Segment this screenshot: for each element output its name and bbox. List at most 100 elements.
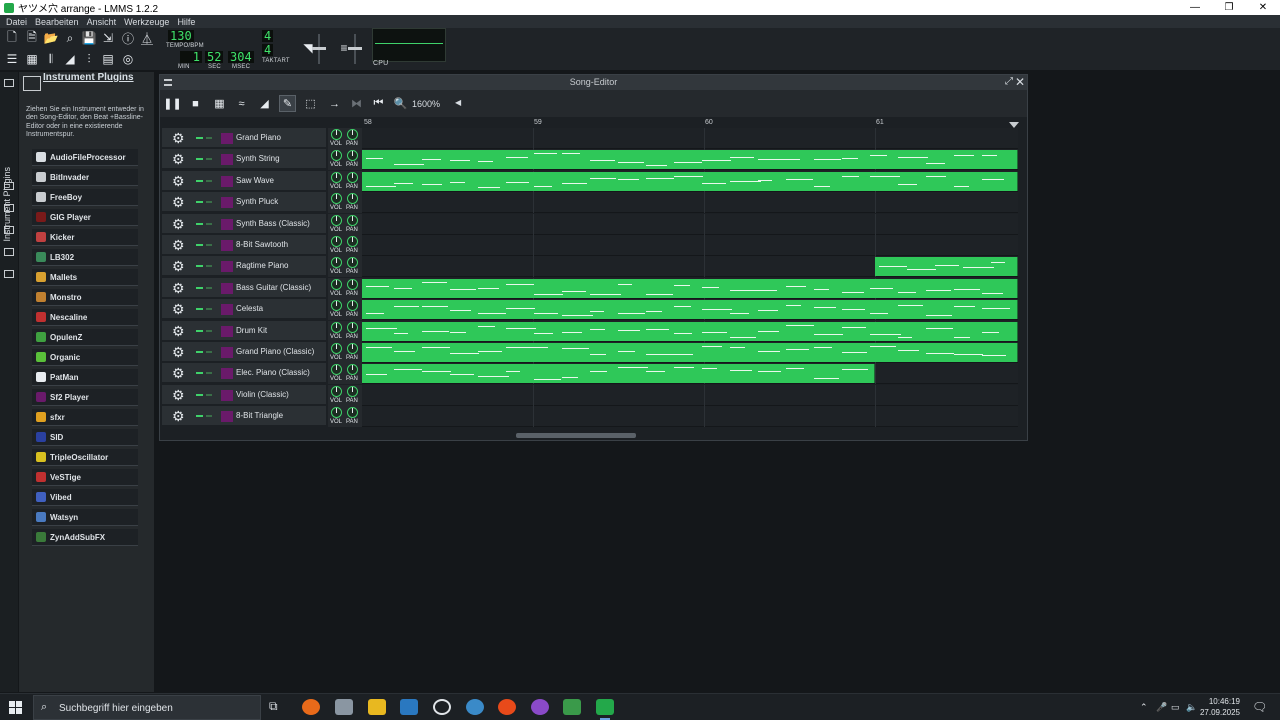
gear-icon[interactable]: ⚙ <box>172 258 185 274</box>
gear-icon[interactable]: ⚙ <box>172 173 185 189</box>
app-icon-9[interactable] <box>563 699 581 715</box>
mute-button[interactable] <box>196 351 203 353</box>
stop-button[interactable]: ■ <box>187 95 204 112</box>
volume-icon[interactable]: 🔈 <box>1186 702 1197 713</box>
volume-knob[interactable] <box>331 278 342 290</box>
firefox-icon[interactable] <box>302 699 320 715</box>
solo-button[interactable] <box>206 329 212 332</box>
pause-button[interactable]: ❚❚ <box>163 95 181 112</box>
plugin-item[interactable]: PatMan <box>32 369 138 386</box>
mute-button[interactable] <box>196 158 203 161</box>
zoom-select[interactable]: 1600% <box>412 99 440 109</box>
pan-knob[interactable] <box>347 129 358 140</box>
app-icon-7[interactable] <box>498 699 516 715</box>
save-project-icon[interactable]: 💾 <box>81 30 97 46</box>
solo-button[interactable] <box>206 244 212 246</box>
track-name[interactable]: Synth String <box>236 154 280 163</box>
maximize-button[interactable]: ❐ <box>1212 0 1246 15</box>
pattern-clip[interactable] <box>362 278 1018 298</box>
volume-knob[interactable] <box>331 407 342 419</box>
track-lane[interactable] <box>362 320 1018 342</box>
pan-knob[interactable] <box>347 214 358 226</box>
track-lane[interactable] <box>362 213 1018 235</box>
plugin-item[interactable]: Kicker <box>32 229 138 246</box>
track-lane[interactable] <box>362 256 1018 278</box>
taskbar-search[interactable]: ⌕ Suchbegriff hier eingeben <box>33 695 261 720</box>
menu-werkzeuge[interactable]: Werkzeuge <box>124 17 169 27</box>
add-beat-bassline-icon[interactable]: ▦ <box>211 95 228 112</box>
volume-knob[interactable] <box>331 300 342 312</box>
pan-knob[interactable] <box>347 236 358 247</box>
plugin-item[interactable]: SID <box>32 429 138 446</box>
solo-button[interactable] <box>206 137 212 139</box>
volume-knob[interactable] <box>331 171 342 183</box>
pattern-clip[interactable] <box>362 300 1018 320</box>
solo-button[interactable] <box>206 415 212 418</box>
plugin-item[interactable]: Monstro <box>32 289 138 306</box>
track-name[interactable]: Saw Wave <box>236 176 274 185</box>
song-editor-maximize-icon[interactable]: ⤢ <box>1005 76 1013 87</box>
pan-knob[interactable] <box>347 193 358 205</box>
solo-button[interactable] <box>206 158 212 161</box>
plugin-item[interactable]: Mallets <box>32 269 138 286</box>
mute-button[interactable] <box>196 137 203 139</box>
open-project-icon[interactable]: 📂 <box>43 30 59 46</box>
mute-button[interactable] <box>196 415 203 418</box>
piano-roll-icon[interactable]: 𝄃 <box>43 51 59 67</box>
start-button[interactable] <box>9 701 23 715</box>
gear-icon[interactable]: ⚙ <box>172 130 185 146</box>
project-notes-icon[interactable]: ▤ <box>100 51 116 67</box>
menu-datei[interactable]: Datei <box>6 17 27 27</box>
gear-icon[interactable]: ⚙ <box>172 408 185 424</box>
time-sig-numerator[interactable]: 4 <box>262 30 274 42</box>
plugin-item[interactable]: ZynAddSubFX <box>32 529 138 546</box>
solo-button[interactable] <box>206 308 212 311</box>
time-sig-denominator[interactable]: 4 <box>262 44 274 56</box>
pan-knob[interactable] <box>347 385 358 397</box>
auto-scroll-icon[interactable]: → <box>326 95 343 112</box>
computer-tab-icon[interactable] <box>4 270 14 278</box>
menu-bearbeiten[interactable]: Bearbeiten <box>35 17 79 27</box>
track-name[interactable]: Grand Piano <box>236 133 281 142</box>
plugin-item[interactable]: Organic <box>32 349 138 366</box>
track-lane[interactable] <box>362 384 1018 406</box>
volume-knob[interactable] <box>331 257 342 269</box>
app-icon-8[interactable] <box>531 699 549 715</box>
track-lane[interactable] <box>362 170 1018 192</box>
solo-button[interactable] <box>206 179 212 182</box>
menu-hilfe[interactable]: Hilfe <box>177 17 195 27</box>
track-name[interactable]: Grand Piano (Classic) <box>236 347 314 356</box>
plugin-item[interactable]: Vibed <box>32 489 138 506</box>
export-project-icon[interactable]: ⇲ <box>100 30 116 46</box>
pattern-clip[interactable] <box>875 257 1018 277</box>
solo-button[interactable] <box>206 286 212 289</box>
solo-button[interactable] <box>206 372 212 375</box>
volume-knob[interactable] <box>331 214 342 226</box>
edit-mode-select-icon[interactable]: ⬚ <box>302 95 319 112</box>
network-icon[interactable]: ▭ <box>1171 702 1180 713</box>
mute-button[interactable] <box>196 265 203 268</box>
solo-button[interactable] <box>206 393 212 396</box>
plugin-item[interactable]: FreeBoy <box>32 189 138 206</box>
recent-projects-icon[interactable]: ⌕ <box>62 30 78 46</box>
mute-button[interactable] <box>196 329 203 332</box>
task-view-icon[interactable]: ⧉ <box>269 699 287 715</box>
plugin-item[interactable]: LB302 <box>32 249 138 266</box>
volume-knob[interactable] <box>331 193 342 205</box>
pan-knob[interactable] <box>347 278 358 290</box>
app-icon-6[interactable] <box>466 699 484 715</box>
track-name[interactable]: 8-Bit Triangle <box>236 411 283 420</box>
mute-button[interactable] <box>196 308 203 311</box>
pan-knob[interactable] <box>347 171 358 183</box>
horizontal-scrollbar[interactable] <box>516 433 636 438</box>
pan-knob[interactable] <box>347 321 358 333</box>
plugin-item[interactable]: BitInvader <box>32 169 138 186</box>
controller-rack-icon[interactable]: ◎ <box>120 51 136 67</box>
notifications-icon[interactable]: 🗨 <box>1252 700 1267 714</box>
zoom-dropdown-arrow-icon[interactable]: ◀ <box>455 98 461 107</box>
track-name[interactable]: Drum Kit <box>236 326 267 335</box>
gear-icon[interactable]: ⚙ <box>172 280 185 296</box>
mute-button[interactable] <box>196 179 203 182</box>
instrument-plugins-tab-icon[interactable] <box>4 79 14 87</box>
pattern-clip[interactable] <box>362 150 1018 170</box>
